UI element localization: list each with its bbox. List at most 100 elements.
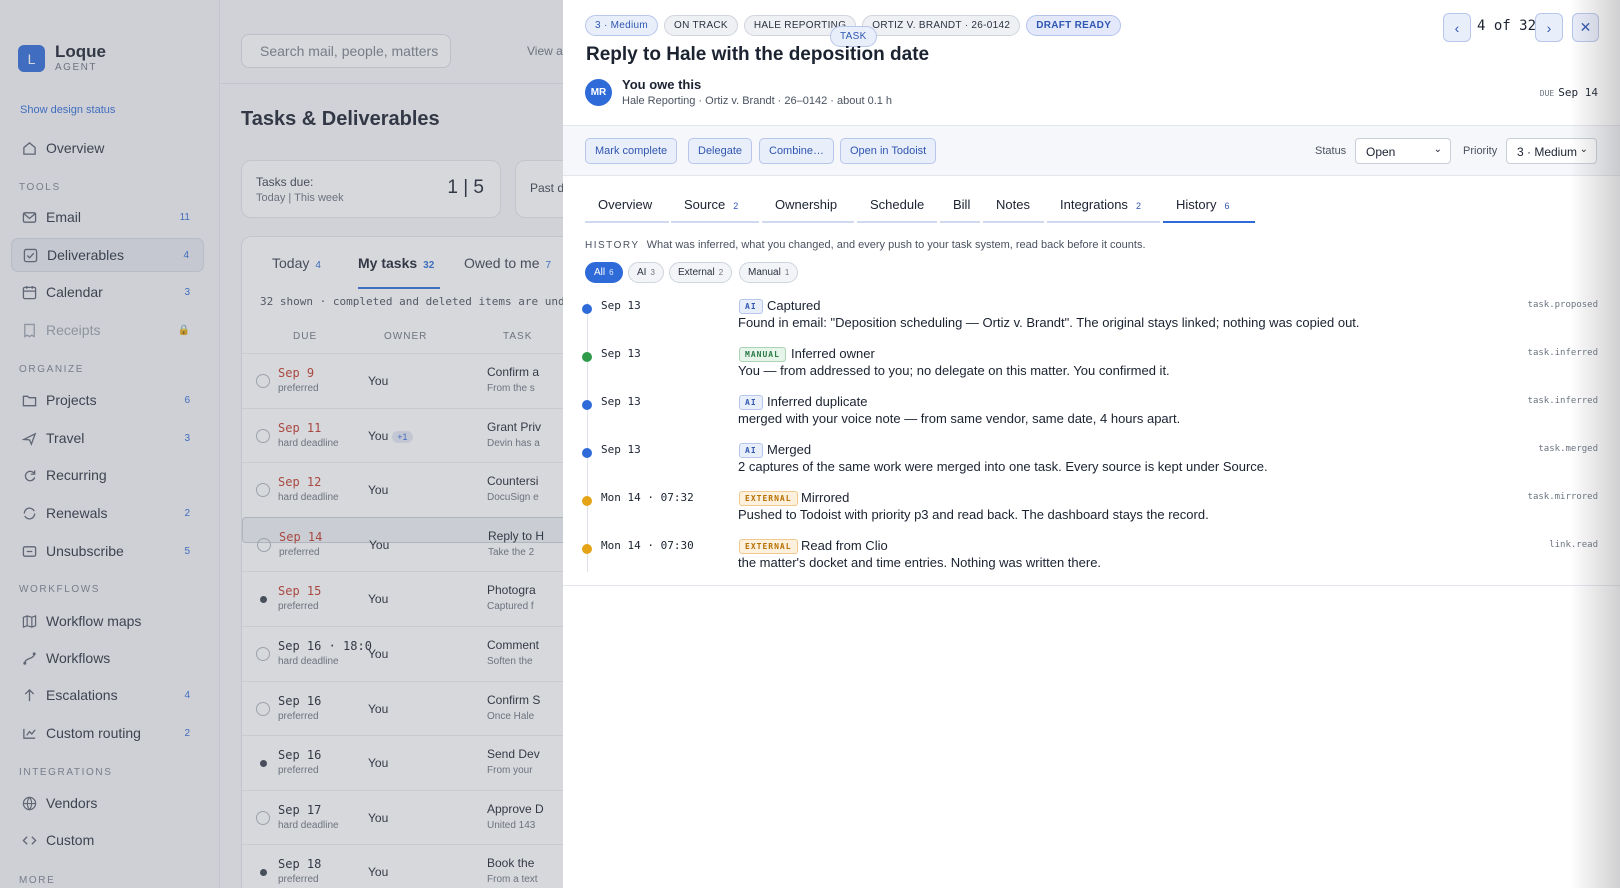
timeline-dot: [582, 448, 592, 458]
event-date: Mon 14 · 07:30: [601, 539, 694, 552]
history-event[interactable]: Mon 14 · 07:30 EXTERNAL Read from Clio the …: [563, 538, 1620, 587]
timeline-dot: [582, 304, 592, 314]
event-description: the matter's docket and time entries. No…: [738, 555, 1102, 570]
chip-row: 3 · Medium TASK ON TRACK HALE REPORTING …: [585, 15, 1127, 47]
event-date: Sep 13: [601, 395, 641, 408]
tab-label: Schedule: [870, 197, 925, 212]
prev-task-button[interactable]: ‹: [1443, 13, 1471, 42]
tab-history[interactable]: History 6: [1163, 188, 1255, 223]
timeline-dot: [582, 544, 592, 554]
next-task-button[interactable]: ›: [1535, 13, 1563, 42]
tab-label: History: [1176, 197, 1217, 212]
event-source-tag: AI: [739, 395, 763, 410]
ownership-title: You owe this: [622, 77, 702, 92]
open-in-todoist-button[interactable]: Open in Todoist: [840, 138, 937, 164]
due-label: DUE: [1539, 89, 1555, 98]
status-value: Open: [1366, 145, 1396, 159]
tab-overview[interactable]: Overview: [585, 188, 669, 223]
action-bar: Mark complete Delegate Combine… Open in …: [563, 125, 1620, 176]
event-date: Sep 13: [601, 443, 641, 456]
event-description: Found in email: "Deposition scheduling —…: [738, 315, 1360, 330]
event-source-tag: EXTERNAL: [739, 491, 798, 506]
tab-integrations[interactable]: Integrations 2: [1047, 188, 1160, 223]
task-title: Reply to Hale with the deposition date: [586, 44, 930, 65]
drawer-divider: [563, 585, 1620, 586]
mark-complete-button[interactable]: Mark complete: [585, 138, 678, 164]
status-label: Status: [1315, 145, 1347, 157]
event-description: merged with your voice note — from same …: [738, 411, 1181, 426]
event-source-tag: AI: [739, 299, 763, 314]
priority-value: 3 · Medium: [1517, 145, 1578, 159]
chevron-down-icon: ⌄: [1433, 144, 1442, 155]
matter-chip: ORTIZ V. BRANDT · 26-0142: [862, 15, 1021, 36]
event-source-tag: MANUAL: [739, 347, 786, 362]
tab-label: Bill: [953, 197, 971, 212]
task-pager: 4 of 32: [1477, 18, 1537, 34]
history-keyword: HISTORY: [585, 240, 640, 251]
event-date: Mon 14 · 07:32: [601, 491, 694, 504]
tab-notes[interactable]: Notes: [983, 188, 1044, 223]
history-event[interactable]: Sep 13 AI Captured Found in email: "Deposit…: [563, 298, 1620, 347]
delegate-button[interactable]: Delegate: [688, 138, 753, 164]
tab-count: 2: [1135, 201, 1141, 211]
filter-count: 2: [718, 268, 724, 277]
event-title: Read from Clio: [801, 538, 888, 553]
filter-label: All: [594, 267, 606, 278]
filter-all[interactable]: All 6: [585, 262, 623, 283]
filter-label: External: [678, 267, 715, 278]
history-event[interactable]: Sep 13 MANUAL Inferred owner You — from add…: [563, 346, 1620, 395]
tab-label: Ownership: [775, 197, 838, 212]
filter-label: Manual: [748, 267, 781, 278]
tab-label: Integrations: [1060, 197, 1128, 212]
filter-ai[interactable]: AI 3: [628, 262, 664, 283]
history-description: What was inferred, what you changed, and…: [646, 239, 1146, 251]
status-chip: ON TRACK: [664, 15, 738, 36]
tab-source[interactable]: Source 2: [671, 188, 759, 223]
event-description: You — from addressed to you; no delegate…: [738, 363, 1170, 378]
event-date: Sep 13: [601, 347, 641, 360]
ownership-subtitle: Hale Reporting · Ortiz v. Brandt · 26–01…: [622, 95, 893, 107]
chevron-right-icon: ›: [1546, 19, 1552, 36]
tab-count: 6: [1224, 201, 1230, 211]
app-window: L Loque AGENT Show design status Overvie…: [0, 0, 1620, 888]
tab-label: Overview: [598, 197, 653, 212]
task-detail-drawer: 3 · Medium TASK ON TRACK HALE REPORTING …: [563, 0, 1620, 888]
event-date: Sep 13: [601, 299, 641, 312]
edge-shadow: [1570, 0, 1620, 888]
history-event[interactable]: Sep 13 AI Merged 2 captures of the same wor…: [563, 442, 1620, 491]
filter-manual[interactable]: Manual 1: [739, 262, 799, 283]
event-title: Inferred duplicate: [767, 394, 868, 409]
event-title: Mirrored: [801, 490, 850, 505]
filter-label: AI: [637, 267, 647, 278]
tab-label: Source: [684, 197, 726, 212]
draft-ready-chip: DRAFT READY: [1026, 15, 1122, 36]
history-event[interactable]: Sep 13 AI Inferred duplicate merged with yo…: [563, 394, 1620, 443]
event-description: 2 captures of the same work were merged …: [738, 459, 1268, 474]
event-source-tag: AI: [739, 443, 763, 458]
history-header: HISTORY What was inferred, what you chang…: [585, 239, 1146, 251]
event-title: Inferred owner: [791, 346, 875, 361]
tab-label: Notes: [996, 197, 1030, 212]
priority-chip: 3 · Medium: [585, 15, 659, 36]
combine-button[interactable]: Combine…: [759, 138, 835, 164]
priority-label: Priority: [1463, 145, 1498, 157]
filter-external[interactable]: External 2: [669, 262, 733, 283]
history-event[interactable]: Mon 14 · 07:32 EXTERNAL Mirrored Pushed to …: [563, 490, 1620, 539]
chevron-left-icon: ‹: [1454, 19, 1460, 36]
event-title: Merged: [767, 442, 812, 457]
filter-count: 6: [609, 268, 614, 277]
timeline-dot: [582, 496, 592, 506]
tab-ownership[interactable]: Ownership: [762, 188, 854, 223]
event-title: Captured: [767, 298, 821, 313]
status-select[interactable]: Open ⌄: [1355, 138, 1451, 164]
filter-count: 3: [650, 268, 655, 277]
tab-count: 2: [733, 201, 739, 211]
timeline-dot: [582, 352, 592, 362]
event-description: Pushed to Todoist with priority p3 and r…: [738, 507, 1209, 522]
avatar: MR: [585, 79, 612, 106]
timeline-dot: [582, 400, 592, 410]
tab-schedule[interactable]: Schedule: [857, 188, 937, 223]
event-source-tag: EXTERNAL: [739, 539, 798, 554]
tab-bill[interactable]: Bill: [940, 188, 980, 223]
filter-count: 1: [784, 268, 790, 277]
